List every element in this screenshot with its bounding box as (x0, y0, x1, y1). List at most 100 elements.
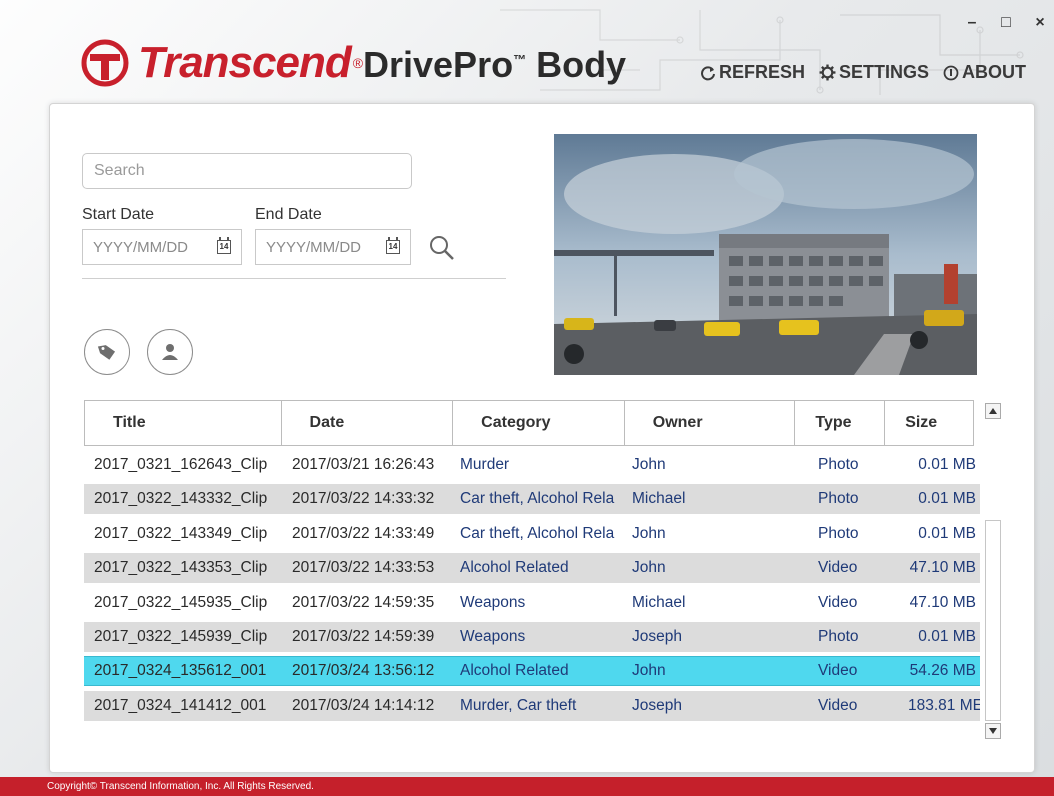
copyright-footer: Copyright© Transcend Information, Inc. A… (0, 777, 1054, 796)
cell-title: 2017_0322_143353_Clip (94, 559, 268, 576)
scroll-up-button[interactable] (985, 403, 1001, 419)
cell-title: 2017_0322_143349_Clip (94, 525, 268, 542)
cell-owner: Michael (632, 490, 686, 507)
cell-date: 2017/03/22 14:33:32 (292, 490, 435, 507)
brand-registered-mark: ® (352, 55, 364, 71)
column-header-category[interactable]: Category (453, 401, 625, 445)
filter-divider (82, 278, 506, 279)
cell-type: Photo (818, 628, 859, 645)
transcend-logo-icon (81, 39, 129, 87)
refresh-icon (701, 65, 715, 80)
table-scrollbar[interactable] (985, 520, 1001, 721)
refresh-button[interactable]: REFRESH (700, 62, 805, 83)
about-label: ABOUT (962, 62, 1027, 82)
product-name-text: DrivePro (363, 44, 514, 85)
brand-name: Transcend (138, 38, 352, 87)
end-date-field[interactable]: YYYY/MM/DD 14 (255, 229, 411, 265)
product-suffix: Body (526, 44, 627, 85)
user-icon (162, 344, 178, 360)
cell-type: Photo (818, 456, 859, 473)
cell-type: Video (818, 594, 858, 611)
cell-size: 0.01 MB (918, 525, 976, 542)
cell-category: Weapons (460, 628, 526, 645)
cell-size: 0.01 MB (918, 628, 976, 645)
column-header-owner[interactable]: Owner (625, 401, 796, 445)
recordings-table: Title Date Category Owner Type Size 2017… (84, 400, 980, 730)
table-row[interactable]: 2017_0322_143353_Clip 2017/03/22 14:33:5… (84, 553, 980, 583)
table-row[interactable]: 2017_0322_143332_Clip 2017/03/22 14:33:3… (84, 484, 980, 514)
cell-owner: John (632, 662, 666, 679)
cell-title: 2017_0324_135612_001 (94, 662, 267, 679)
cell-date: 2017/03/22 14:33:53 (292, 559, 435, 576)
cell-date: 2017/03/21 16:26:43 (292, 456, 435, 473)
cell-owner: John (632, 559, 666, 576)
cell-date: 2017/03/22 14:59:39 (292, 628, 435, 645)
tag-icon (97, 345, 116, 360)
scroll-down-button[interactable] (985, 723, 1001, 739)
cell-category: Car theft, Alcohol Rela (460, 490, 615, 507)
cell-date: 2017/03/24 14:14:12 (292, 697, 435, 714)
cell-title: 2017_0322_143332_Clip (94, 490, 268, 507)
table-row[interactable]: 2017_0322_145939_Clip 2017/03/22 14:59:3… (84, 622, 980, 652)
table-row-selected[interactable]: 2017_0324_135612_001 2017/03/24 13:56:12… (84, 656, 980, 686)
cell-size: 183.81 ME (908, 697, 980, 714)
product-trademark: ™ (513, 52, 527, 67)
cell-size: 47.10 MB (909, 559, 976, 576)
cell-category: Car theft, Alcohol Rela (460, 525, 615, 542)
tag-filter-button[interactable] (84, 329, 130, 375)
cell-owner: John (632, 456, 666, 473)
start-date-placeholder: YYYY/MM/DD (93, 238, 189, 256)
cell-title: 2017_0322_145935_Clip (94, 594, 268, 611)
minimize-button[interactable]: – (964, 14, 980, 32)
table-row[interactable]: 2017_0322_143349_Clip 2017/03/22 14:33:4… (84, 519, 980, 549)
table-row[interactable]: 2017_0321_162643_Clip 2017/03/21 16:26:4… (84, 450, 980, 480)
settings-label: SETTINGS (839, 62, 930, 82)
cell-category: Weapons (460, 594, 526, 611)
cell-type: Video (818, 662, 858, 679)
cell-owner: Michael (632, 594, 686, 611)
cell-owner: Joseph (632, 628, 682, 645)
start-date-field[interactable]: YYYY/MM/DD 14 (82, 229, 242, 265)
cell-title: 2017_0324_141412_001 (94, 697, 267, 714)
cell-date: 2017/03/22 14:33:49 (292, 525, 435, 542)
cell-date: 2017/03/24 13:56:12 (292, 662, 435, 679)
about-button[interactable]: ABOUT (943, 62, 1026, 83)
cell-category: Murder, Car theft (460, 697, 577, 714)
cell-type: Video (818, 697, 858, 714)
cell-category: Alcohol Related (460, 559, 569, 576)
refresh-label: REFRESH (719, 62, 806, 82)
calendar-icon[interactable]: 14 (386, 237, 400, 254)
column-header-title[interactable]: Title (85, 401, 282, 445)
start-date-label: Start Date (82, 206, 155, 223)
search-input[interactable]: Search (82, 153, 412, 189)
product-name: DrivePro™ Body (363, 44, 626, 86)
cell-title: 2017_0321_162643_Clip (94, 456, 268, 473)
cell-type: Video (818, 559, 858, 576)
triangle-up-icon (989, 408, 997, 414)
transcend-logo: Transcend ® (80, 36, 363, 90)
owner-filter-button[interactable] (147, 329, 193, 375)
cell-size: 0.01 MB (918, 490, 976, 507)
maximize-button[interactable]: □ (998, 14, 1014, 32)
close-button[interactable]: × (1032, 14, 1048, 32)
search-icon[interactable] (428, 234, 456, 262)
settings-button[interactable]: SETTINGS (819, 62, 929, 83)
column-header-date[interactable]: Date (282, 401, 454, 445)
video-preview-image (554, 134, 977, 375)
cell-owner: John (632, 525, 666, 542)
triangle-down-icon (989, 728, 997, 734)
end-date-label: End Date (255, 206, 322, 223)
cell-category: Alcohol Related (460, 662, 569, 679)
cell-category: Murder (460, 456, 510, 473)
cell-size: 47.10 MB (909, 594, 976, 611)
window-controls: – □ × (964, 14, 1048, 32)
table-row[interactable]: 2017_0322_145935_Clip 2017/03/22 14:59:3… (84, 588, 980, 618)
cell-type: Photo (818, 525, 859, 542)
cell-size: 0.01 MB (918, 456, 976, 473)
column-header-type[interactable]: Type (795, 401, 886, 445)
column-header-size[interactable]: Size (885, 401, 973, 445)
end-date-placeholder: YYYY/MM/DD (266, 238, 362, 256)
calendar-icon[interactable]: 14 (217, 237, 231, 254)
table-row[interactable]: 2017_0324_141412_001 2017/03/24 14:14:12… (84, 691, 980, 721)
cell-date: 2017/03/22 14:59:35 (292, 594, 435, 611)
